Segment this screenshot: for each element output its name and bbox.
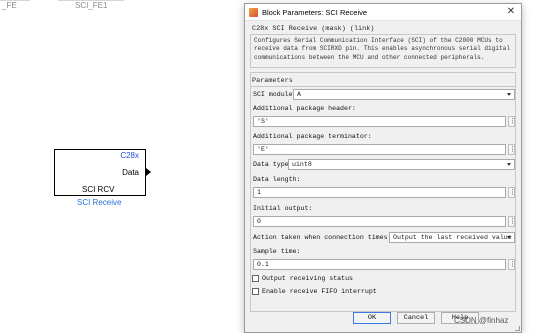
left-block-label: _FE (2, 1, 17, 10)
package-header-options-icon[interactable]: ⋮ (508, 116, 516, 127)
receive-fifo-interrupt-checkbox[interactable] (252, 288, 259, 295)
sci-module-value: A (297, 91, 301, 98)
description-title: C28x SCI Receive (mask) (link) (252, 25, 375, 33)
receive-fifo-interrupt-label: Enable receive FIFO interrupt (262, 288, 377, 295)
package-header-field[interactable]: 'S' (253, 116, 506, 127)
output-port-arrow-icon[interactable] (146, 168, 151, 176)
output-receiving-status-label: Output receiving status (262, 275, 354, 282)
timeout-action-label: Action taken when connection times out: (253, 234, 408, 241)
sci-receive-block[interactable]: C28x Data SCI RCV (54, 149, 146, 196)
block-target-tag: C28x (120, 151, 139, 160)
parameters-section-title: Parameters (252, 77, 293, 85)
timeout-action-value: Output the last received value (393, 234, 512, 241)
data-type-value: uint8 (292, 161, 312, 168)
sample-time-options-icon[interactable]: ⋮ (508, 259, 516, 270)
block-output-port-label: Data (122, 168, 139, 177)
package-terminator-options-icon[interactable]: ⋮ (508, 144, 516, 155)
initial-output-label: Initial output: (253, 205, 313, 212)
block-parameters-dialog: Block Parameters: SCI Receive ✕ C28x SCI… (244, 3, 522, 333)
output-receiving-status-checkbox[interactable] (252, 275, 259, 282)
data-length-options-icon[interactable]: ⋮ (508, 187, 516, 198)
data-length-label: Data length: (253, 176, 301, 183)
close-icon[interactable]: ✕ (504, 5, 518, 19)
parameters-divider (251, 86, 515, 87)
sample-time-label: Sample time: (253, 248, 301, 255)
dialog-title: Block Parameters: SCI Receive (262, 8, 368, 17)
ok-button[interactable]: OK (353, 312, 391, 324)
initial-output-field[interactable]: 0 (253, 216, 506, 227)
sample-time-field[interactable]: 0.1 (253, 259, 506, 270)
watermark: CSDN @finhaz (454, 316, 509, 325)
chevron-down-icon (507, 93, 511, 96)
right-block-label: SCI_FE1 (75, 1, 108, 10)
data-length-field[interactable]: 1 (253, 187, 506, 198)
chevron-down-icon (507, 236, 511, 239)
data-type-select[interactable]: uint8 (288, 159, 515, 170)
dialog-scrollbar[interactable] (516, 34, 521, 319)
dialog-titlebar[interactable]: Block Parameters: SCI Receive ✕ (245, 4, 521, 21)
data-type-label: Data type: (253, 161, 293, 168)
sci-module-label: SCI module: (253, 91, 297, 98)
block-name: SCI RCV (82, 185, 115, 194)
description-text: Configures Serial Communication Interfac… (250, 34, 516, 68)
package-terminator-label: Additional package terminator: (253, 133, 372, 140)
block-caption[interactable]: SCI Receive (77, 198, 121, 207)
package-terminator-field[interactable]: 'E' (253, 144, 506, 155)
matlab-logo-icon (249, 8, 258, 17)
initial-output-options-icon[interactable]: ⋮ (508, 216, 516, 227)
sci-module-select[interactable]: A (293, 89, 515, 100)
resize-grip-icon[interactable] (515, 326, 520, 331)
chevron-down-icon (507, 163, 511, 166)
timeout-action-select[interactable]: Output the last received value (389, 232, 515, 243)
package-header-label: Additional package header: (253, 105, 356, 112)
cancel-button[interactable]: Cancel (397, 312, 435, 324)
